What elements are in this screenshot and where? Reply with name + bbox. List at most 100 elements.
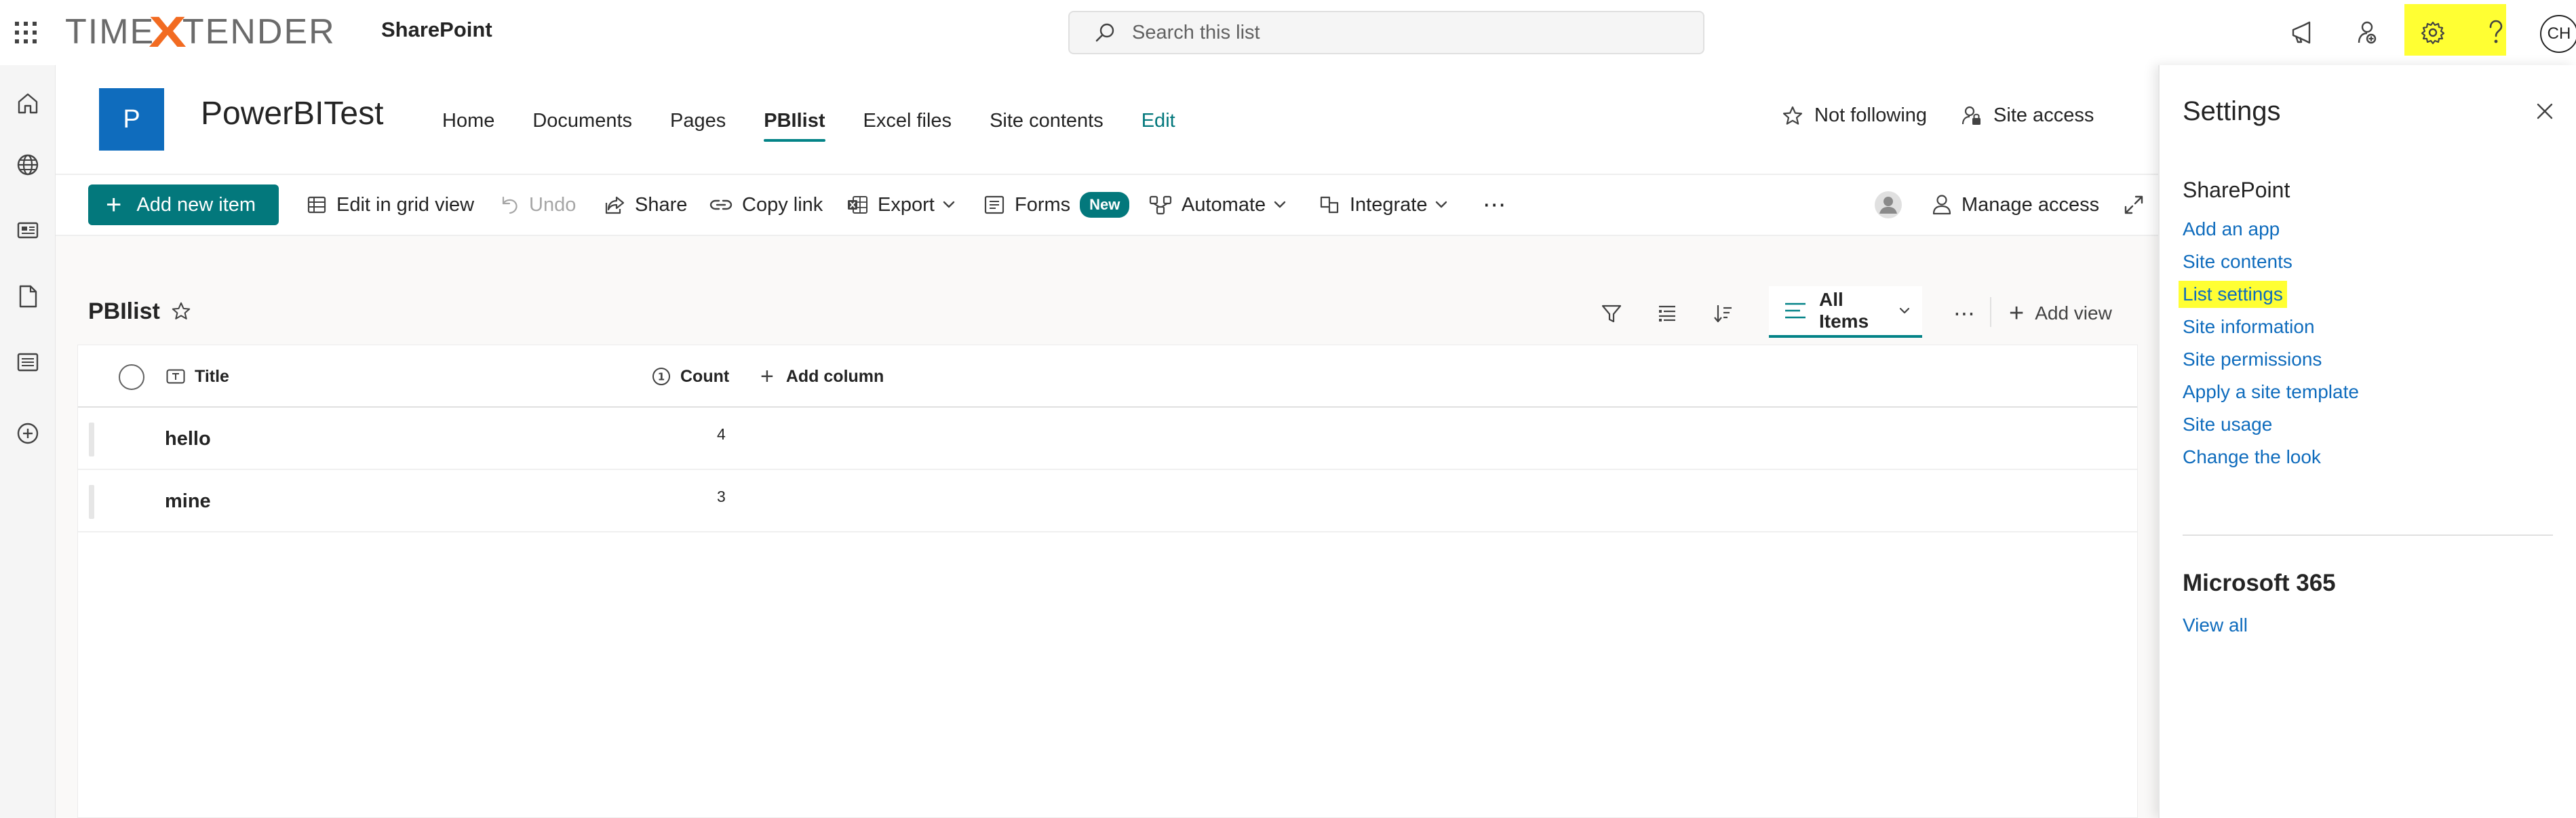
avatar[interactable]: CH — [2540, 15, 2576, 53]
search-input[interactable]: Search this list — [1068, 11, 1704, 54]
row-selector[interactable] — [89, 485, 94, 519]
list-title: PBIlist — [88, 298, 160, 324]
site-access-button[interactable]: Site access — [1961, 104, 2094, 127]
person-icon — [1932, 194, 1962, 216]
add-new-item-button[interactable]: + Add new item — [88, 184, 279, 225]
site-actions: Not following Site access — [1782, 104, 2128, 127]
globe-icon[interactable] — [9, 146, 47, 184]
add-column-label: Add column — [785, 366, 884, 386]
edit-grid-view-button[interactable]: Edit in grid view — [307, 175, 474, 235]
more-commands-button[interactable]: ⋯ — [1483, 175, 1506, 235]
sort-icon[interactable] — [1704, 294, 1742, 332]
brand-logo-left: TIME — [65, 12, 155, 52]
filter-icon[interactable] — [1593, 294, 1631, 332]
select-all-checkbox[interactable] — [119, 364, 144, 390]
link-apply-site-template[interactable]: Apply a site template — [2183, 381, 2359, 403]
expand-icon[interactable] — [2123, 175, 2154, 235]
nav-site-contents[interactable]: Site contents — [990, 110, 1104, 142]
nav-edit[interactable]: Edit — [1141, 110, 1175, 142]
flow-icon — [1149, 195, 1182, 215]
link-add-an-app[interactable]: Add an app — [2183, 218, 2280, 240]
cell-title[interactable]: mine — [165, 490, 211, 513]
help-icon[interactable] — [2476, 12, 2516, 53]
nav-documents[interactable]: Documents — [532, 110, 632, 142]
add-column-button[interactable]: + Add column — [760, 345, 884, 408]
lists-icon[interactable] — [9, 343, 47, 381]
link-site-contents[interactable]: Site contents — [2183, 251, 2292, 273]
link-change-the-look[interactable]: Change the look — [2183, 446, 2321, 468]
new-badge: New — [1080, 192, 1130, 218]
table-row[interactable]: mine 3 — [78, 470, 2137, 532]
site-title[interactable]: PowerBITest — [201, 95, 383, 132]
brand-logo[interactable]: TIME X TENDER — [65, 7, 336, 56]
share-feedback-icon[interactable] — [2346, 12, 2387, 53]
cell-title[interactable]: hello — [165, 428, 211, 450]
view-selector[interactable]: All Items — [1769, 286, 1922, 338]
link-site-permissions[interactable]: Site permissions — [2183, 349, 2322, 370]
plus-icon: + — [760, 363, 774, 389]
automate-button[interactable]: Automate — [1149, 175, 1295, 235]
link-site-information[interactable]: Site information — [2183, 316, 2315, 338]
news-icon[interactable] — [9, 211, 47, 249]
search-icon — [1094, 22, 1116, 43]
home-icon[interactable] — [9, 84, 47, 122]
column-header-title[interactable]: Title — [166, 345, 229, 408]
link-view-all[interactable]: View all — [2183, 615, 2248, 636]
share-icon — [604, 195, 635, 215]
undo-label: Undo — [529, 193, 577, 216]
export-label: Export — [878, 193, 935, 216]
link-icon — [709, 197, 742, 213]
undo-button[interactable]: Undo — [499, 175, 576, 235]
document-icon[interactable] — [9, 277, 47, 315]
add-new-item-label: Add new item — [136, 193, 256, 216]
forms-button[interactable]: Forms New — [983, 175, 1130, 235]
excel-icon — [846, 195, 878, 215]
list-content: PBIlist All Items ⋯ + Add view Title 1 C… — [56, 236, 2158, 818]
megaphone-icon[interactable] — [2282, 12, 2322, 53]
column-header-count[interactable]: 1 Count — [652, 345, 729, 408]
list-grid: Title 1 Count + Add column hello 4 mine … — [77, 345, 2138, 818]
microsoft-365-heading: Microsoft 365 — [2183, 570, 2336, 596]
close-icon[interactable] — [2526, 92, 2564, 130]
export-button[interactable]: Export — [846, 175, 964, 235]
nav-pages[interactable]: Pages — [670, 110, 726, 142]
app-bar — [0, 65, 56, 818]
nav-pbilist[interactable]: PBIlist — [764, 110, 825, 142]
add-view-button[interactable]: + Add view — [2009, 294, 2112, 332]
share-button[interactable]: Share — [604, 175, 687, 235]
app-name[interactable]: SharePoint — [381, 18, 492, 42]
cell-count: 3 — [717, 488, 726, 505]
waffle-icon[interactable] — [7, 14, 45, 52]
gear-icon[interactable] — [2413, 12, 2453, 53]
view-lines-icon — [1784, 301, 1819, 320]
brand-logo-x: X — [149, 7, 189, 56]
table-row[interactable]: hello 4 — [78, 408, 2137, 470]
follow-label: Not following — [1814, 104, 1928, 126]
integrate-button[interactable]: Integrate — [1319, 175, 1457, 235]
integrate-label: Integrate — [1350, 193, 1428, 216]
settings-panel: Settings SharePoint Add an app Site cont… — [2158, 65, 2576, 818]
person-lock-icon — [1961, 105, 1993, 127]
follow-button[interactable]: Not following — [1782, 104, 1927, 127]
create-icon[interactable] — [9, 414, 47, 452]
link-list-settings[interactable]: List settings — [2179, 281, 2287, 308]
site-logo[interactable]: P — [99, 88, 164, 151]
nav-home[interactable]: Home — [442, 110, 494, 142]
chevron-down-icon — [1435, 201, 1457, 209]
suite-header: TIME X TENDER SharePoint Search this list … — [0, 0, 2576, 65]
site-header: P PowerBITest Home Documents Pages PBIli… — [56, 65, 2158, 174]
grid-icon — [307, 195, 336, 215]
chevron-down-icon — [1899, 307, 1922, 314]
copy-link-button[interactable]: Copy link — [709, 175, 823, 235]
star-icon — [1782, 105, 1814, 127]
link-site-usage[interactable]: Site usage — [2183, 414, 2272, 435]
manage-access-button[interactable]: Manage access — [1932, 175, 2099, 235]
people-icon — [1873, 175, 1913, 235]
forms-icon — [983, 195, 1015, 215]
settings-title: Settings — [2183, 96, 2281, 126]
nav-excel-files[interactable]: Excel files — [863, 110, 952, 142]
favorite-star-icon[interactable] — [171, 301, 191, 322]
view-more-button[interactable]: ⋯ — [1945, 294, 1983, 332]
group-by-icon[interactable] — [1648, 294, 1686, 332]
row-selector[interactable] — [89, 423, 94, 456]
